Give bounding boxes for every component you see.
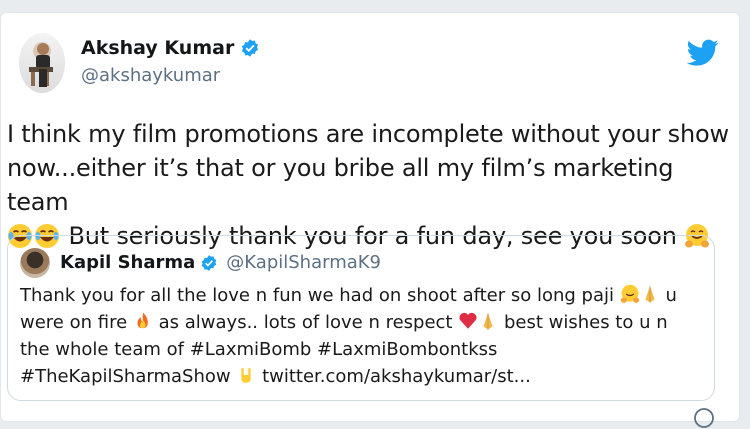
quoted-tweet-text: Thank you for all the love n fun we had … [20,282,710,390]
quoted-author-row[interactable]: Kapil Sharma @KapilSharmaK9 [60,252,381,273]
quoted-line-2-b: as always.. lots of love n respect [158,312,453,333]
quoted-tweet[interactable]: Kapil Sharma @KapilSharmaK9 Thank you fo… [7,235,715,401]
heart-emoji-icon [459,312,477,329]
quoted-line-4: #TheKapilSharmaShow twitter.com/akshayku… [20,363,710,390]
hug-emoji-icon [620,284,639,303]
author-handle[interactable]: @akshaykumar [81,65,220,86]
quoted-line-4-link[interactable]: twitter.com/akshaykumar/st... [262,366,531,387]
quoted-line-1: Thank you for all the love n fun we had … [20,282,710,309]
verified-badge-icon [202,254,217,271]
quoted-author-name[interactable]: Kapil Sharma [60,252,195,273]
quoted-line-1-text: Thank you for all the love n fun we had … [20,285,615,306]
tweet-line-2: now...either it’s that or you bribe all … [7,154,674,216]
author-name-row[interactable]: Akshay Kumar [81,37,260,59]
tweet-line-1: I think my film promotions are incomplet… [7,120,729,148]
verified-badge-icon [242,39,259,57]
author-name[interactable]: Akshay Kumar [81,37,234,59]
tweet-text: I think my film promotions are incomplet… [7,117,737,253]
quoted-line-2: were on fire as always.. lots of love n … [20,309,710,336]
rock-hand-emoji-icon [241,368,251,383]
quoted-line-1-tail: u [665,285,677,306]
tweet-card: Akshay Kumar @akshaykumar I think my fil… [0,12,740,428]
author-avatar[interactable] [19,33,65,93]
quoted-line-3: the whole team of #LaxmiBomb #LaxmiBombo… [20,339,498,360]
fire-emoji-icon [137,312,148,329]
quoted-author-handle[interactable]: @KapilSharmaK9 [226,252,381,273]
quoted-line-2-c: best wishes to u n [503,312,668,333]
twitter-bird-icon[interactable] [687,39,719,67]
info-icon[interactable] [693,407,715,429]
folded-hands-emoji-icon [645,286,655,303]
folded-hands-emoji-icon [483,313,493,330]
quoted-line-2-a: were on fire [20,312,128,333]
quoted-line-4-a[interactable]: #TheKapilSharmaShow [20,366,231,387]
quoted-author-avatar[interactable] [20,248,50,278]
